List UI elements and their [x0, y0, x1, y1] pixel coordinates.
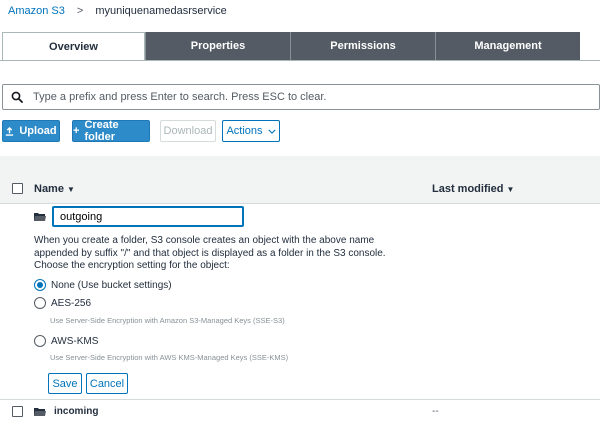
table-top-spacer: [0, 156, 600, 174]
row-divider: [0, 399, 600, 400]
upload-button[interactable]: Upload: [2, 120, 60, 142]
radio-aes256-description: Use Server-Side Encryption with Amazon S…: [50, 316, 285, 325]
download-button[interactable]: Download: [160, 120, 216, 142]
column-header-last-modified[interactable]: Last modified ▼: [432, 183, 514, 195]
radio-none-label: None (Use bucket settings): [51, 279, 172, 291]
folder-info-text: When you create a folder, S3 console cre…: [34, 235, 386, 271]
sort-caret-icon: ▼: [506, 184, 515, 194]
column-last-modified-label: Last modified: [432, 182, 504, 195]
sort-caret-icon: ▼: [66, 184, 75, 194]
tab-bar: Overview Properties Permissions Manageme…: [2, 32, 580, 60]
tab-properties[interactable]: Properties: [145, 32, 290, 60]
encryption-option-none[interactable]: None (Use bucket settings): [34, 279, 172, 291]
encryption-option-aes256[interactable]: AES-256: [34, 297, 91, 309]
select-all-checkbox[interactable]: [12, 183, 23, 194]
folder-name-incoming[interactable]: incoming: [54, 406, 98, 417]
upload-label: Upload: [19, 125, 57, 137]
upload-icon: [6, 126, 14, 136]
radio-awskms-label: AWS-KMS: [51, 335, 99, 347]
breadcrumb-root-link[interactable]: Amazon S3: [8, 5, 65, 17]
cancel-button[interactable]: Cancel: [86, 373, 128, 394]
tab-management[interactable]: Management: [435, 32, 580, 60]
radio-awskms-description: Use Server-Side Encryption with AWS KMS-…: [50, 353, 289, 362]
breadcrumb-bucket: myuniquenamedasrservice: [95, 5, 227, 17]
search-input[interactable]: [33, 91, 573, 103]
radio-aes256[interactable]: [34, 297, 46, 309]
radio-aes256-label: AES-256: [51, 297, 92, 309]
search-icon: [11, 91, 23, 103]
breadcrumb: Amazon S3 > myuniquenamedasrservice: [0, 0, 227, 22]
create-folder-button[interactable]: + Create folder: [72, 119, 150, 143]
last-modified-incoming: --: [432, 406, 439, 417]
column-name-label: Name: [34, 182, 64, 195]
encryption-option-awskms[interactable]: AWS-KMS: [34, 335, 98, 347]
row-checkbox-incoming[interactable]: [12, 406, 23, 417]
plus-icon: +: [73, 125, 80, 137]
radio-none[interactable]: [34, 279, 46, 291]
tab-overview[interactable]: Overview: [2, 32, 145, 60]
breadcrumb-separator: >: [76, 5, 84, 17]
save-button[interactable]: Save: [48, 373, 82, 394]
radio-awskms[interactable]: [34, 335, 46, 347]
actions-label: Actions: [226, 125, 263, 137]
search-box[interactable]: [2, 84, 600, 110]
chevron-down-icon: [267, 129, 276, 134]
folder-icon: [34, 213, 46, 221]
folder-icon: [34, 408, 46, 416]
actions-dropdown[interactable]: Actions: [222, 120, 280, 142]
tab-divider: [0, 60, 600, 61]
new-folder-name-input[interactable]: [52, 206, 244, 227]
create-folder-label: Create folder: [84, 119, 119, 143]
table-header: Name ▼ Last modified ▼: [0, 174, 600, 204]
tab-permissions[interactable]: Permissions: [290, 32, 435, 60]
column-header-name[interactable]: Name ▼: [34, 183, 75, 195]
